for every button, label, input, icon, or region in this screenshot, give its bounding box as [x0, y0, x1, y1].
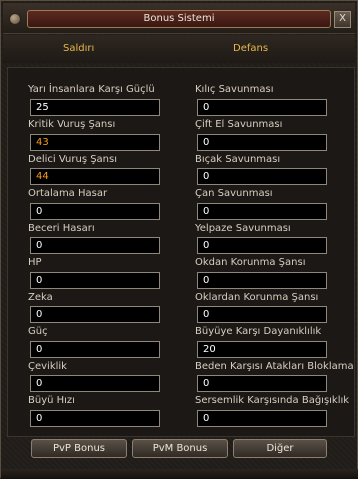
stat-value-critical: 43	[30, 134, 160, 151]
stat-label-two-hand-defense: Çift El Savunması	[195, 119, 283, 130]
stats-panel: Yarı İnsanlara Karşı Güçlü 25 Kritik Vur…	[7, 67, 355, 437]
window-gem-icon	[9, 13, 21, 25]
stat-value-sword-defense: 0	[197, 99, 327, 116]
stat-label-skill-damage: Beceri Hasarı	[28, 223, 95, 234]
stat-value-intelligence: 0	[30, 306, 160, 323]
stat-value-average-damage: 0	[30, 203, 160, 220]
stat-value-piercing: 44	[30, 168, 160, 185]
stat-value-cast-speed: 0	[30, 410, 160, 427]
stat-label-strength: Güç	[28, 326, 48, 337]
stat-label-arrows-block: Oklardan Korunma Şansı	[195, 292, 319, 303]
stat-label-dexterity: Çeviklik	[28, 361, 67, 372]
defense-header: Defans	[233, 43, 269, 54]
stat-value-stun-immunity: 0	[197, 410, 327, 427]
stat-label-sword-defense: Kılıç Savunması	[195, 84, 274, 95]
stat-value-arrow-block: 0	[197, 272, 327, 289]
stat-value-body-attack-block: 0	[197, 375, 327, 392]
stat-value-strength: 0	[30, 341, 160, 358]
stat-label-critical: Kritik Vuruş Şansı	[28, 119, 116, 130]
stat-value-arrows-block: 0	[197, 306, 327, 323]
stat-label-stun-immunity: Sersemlik Karşısında Bağışıklık	[195, 395, 350, 406]
stat-label-dagger-defense: Bıçak Savunması	[195, 154, 281, 165]
window-title: Bonus Sistemi	[27, 10, 331, 28]
stat-label-piercing: Delici Vuruş Şansı	[28, 154, 118, 165]
bonus-window: Bonus Sistemi X Saldırı Defans Yarı İnsa…	[0, 0, 358, 479]
stat-value-fan-defense: 0	[197, 237, 327, 254]
stat-value-two-hand-defense: 0	[197, 134, 327, 151]
stat-label-fan-defense: Yelpaze Savunması	[195, 223, 291, 234]
column-header-row: Saldırı Defans	[3, 35, 355, 63]
title-bar[interactable]: Bonus Sistemi X	[3, 3, 355, 34]
stat-value-magic-resistance: 20	[197, 341, 327, 358]
pvp-bonus-button[interactable]: PvP Bonus	[31, 439, 127, 458]
stat-label-body-attack-block: Beden Karşısı Atakları Bloklama	[195, 361, 354, 372]
stat-label-average-damage: Ortalama Hasar	[28, 188, 108, 199]
stat-label-half-human: Yarı İnsanlara Karşı Güçlü	[28, 84, 155, 95]
stat-value-hp: 0	[30, 272, 160, 289]
stat-label-bell-defense: Çan Savunması	[195, 188, 273, 199]
stat-label-arrow-block: Okdan Korunma Şansı	[195, 257, 306, 268]
stat-value-bell-defense: 0	[197, 203, 327, 220]
stat-value-skill-damage: 0	[30, 237, 160, 254]
attack-header: Saldırı	[63, 43, 95, 54]
other-button[interactable]: Diğer	[233, 439, 327, 458]
stat-label-intelligence: Zeka	[28, 292, 53, 303]
stat-value-dexterity: 0	[30, 375, 160, 392]
pvm-bonus-button[interactable]: PvM Bonus	[132, 439, 228, 458]
stat-label-cast-speed: Büyü Hızı	[28, 395, 75, 406]
stat-label-magic-resistance: Büyüye Karşı Dayanıklılık	[195, 326, 322, 337]
stat-value-dagger-defense: 0	[197, 168, 327, 185]
stat-value-half-human: 25	[30, 99, 160, 116]
stat-label-hp: HP	[28, 257, 42, 268]
close-button[interactable]: X	[334, 11, 351, 28]
